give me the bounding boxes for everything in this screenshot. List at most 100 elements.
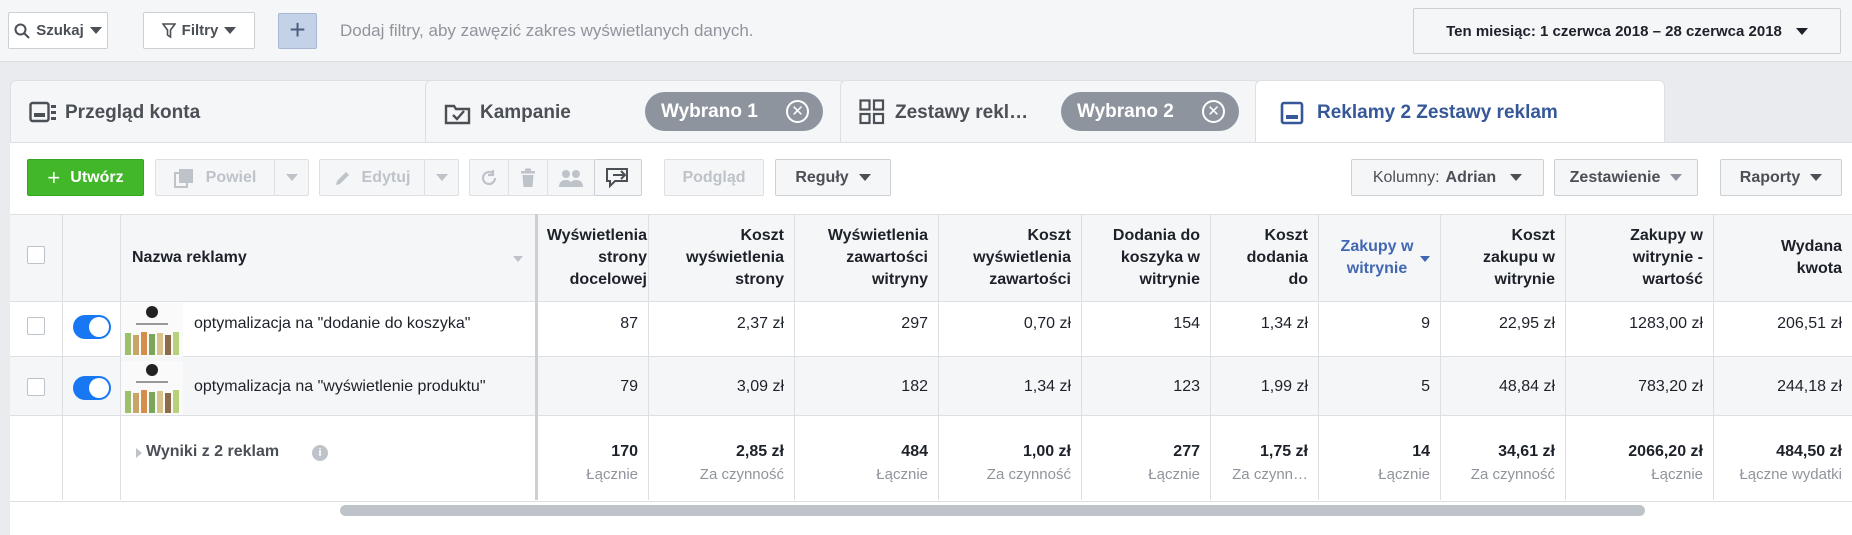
duplicate-icon: [173, 168, 193, 188]
total-sublabel: Łącznie: [876, 466, 928, 483]
cell-value: 297: [901, 315, 928, 332]
info-icon[interactable]: i: [312, 445, 328, 461]
selected-ad-sets-pill[interactable]: Wybrano 2 ✕: [1061, 92, 1239, 131]
column-header-landing-page-views[interactable]: Wyświetlenia strony docelowej: [535, 214, 657, 302]
total-value: 1,00 zł: [1022, 443, 1071, 460]
column-header-amount-spent[interactable]: Wydana kwota: [1713, 214, 1852, 302]
total-sublabel: Łącznie: [1651, 466, 1703, 483]
cell-value: 79: [620, 378, 638, 395]
cell-value: 783,20 zł: [1638, 378, 1703, 395]
people-icon: [559, 169, 583, 187]
tab-campaigns[interactable]: Kampanie Wybrano 1 ✕: [425, 80, 845, 142]
sort-icon[interactable]: [513, 256, 523, 262]
cell-value: 1,34 zł: [1023, 378, 1071, 395]
trash-icon: [521, 168, 535, 187]
selected-campaigns-pill[interactable]: Wybrano 1 ✕: [645, 92, 823, 131]
ad-icon: [1280, 101, 1304, 125]
expand-arrow-icon[interactable]: [136, 448, 142, 458]
ab-test-button[interactable]: [547, 159, 595, 196]
create-button[interactable]: + Utwórz: [27, 159, 144, 196]
ad-status-toggle[interactable]: [73, 315, 111, 339]
column-header-ad-name[interactable]: Nazwa reklamy: [130, 214, 540, 302]
edit-dropdown[interactable]: [424, 159, 459, 196]
cell-value: 206,51 zł: [1777, 315, 1842, 332]
column-header-cost-per-content-view[interactable]: Koszt wyświetlenia zawartości: [938, 214, 1081, 302]
total-sublabel: Łącznie: [1378, 466, 1430, 483]
date-range-picker[interactable]: Ten miesiąc: 1 czerwca 2018 – 28 czerwca…: [1413, 8, 1841, 54]
edit-button[interactable]: Edytuj: [319, 159, 425, 196]
ad-thumbnail[interactable]: [121, 303, 183, 357]
chevron-down-icon: [224, 27, 237, 34]
total-sublabel: Za czynność: [699, 466, 784, 483]
chevron-down-icon: [1510, 174, 1523, 181]
search-button[interactable]: Szukaj: [8, 12, 108, 49]
select-all-checkbox[interactable]: [27, 246, 45, 264]
tab-ad-sets[interactable]: Zestawy rekl… Wybrano 2 ✕: [840, 80, 1260, 142]
cell-value: 154: [1173, 315, 1200, 332]
total-sublabel: Łączne wydatki: [1739, 466, 1842, 483]
rules-button[interactable]: Reguły: [775, 159, 891, 196]
duplicate-button[interactable]: Powiel: [155, 159, 275, 196]
chevron-down-icon: [285, 174, 298, 181]
column-header-adds-to-cart[interactable]: Dodania do koszyka w witrynie: [1081, 214, 1210, 302]
preview-button[interactable]: Podgląd: [664, 159, 764, 196]
add-filter-button[interactable]: +: [278, 13, 317, 49]
total-value: 1,75 zł: [1259, 443, 1308, 460]
folder-check-icon: [444, 104, 471, 125]
total-value: 277: [1173, 443, 1200, 460]
pencil-icon: [335, 171, 349, 185]
compare-button[interactable]: [594, 159, 642, 196]
total-value: 34,61 zł: [1498, 443, 1555, 460]
tab-account-overview[interactable]: Przegląd konta: [10, 80, 440, 142]
funnel-icon: [161, 22, 176, 38]
total-sublabel: Za czynność: [986, 466, 1071, 483]
chevron-down-icon: [1795, 27, 1808, 35]
ad-status-toggle[interactable]: [73, 376, 111, 400]
cell-value: 2,37 zł: [736, 315, 784, 332]
cell-value: 3,09 zł: [736, 378, 784, 395]
close-icon[interactable]: ✕: [1202, 100, 1225, 123]
tab-ads[interactable]: Reklamy 2 Zestawy reklam: [1255, 80, 1665, 142]
filters-button[interactable]: Filtry: [143, 12, 255, 49]
column-header-cost-per-add-to-cart[interactable]: Koszt dodania do: [1210, 214, 1318, 302]
cell-value: 244,18 zł: [1777, 378, 1842, 395]
ad-name-link[interactable]: optymalizacja na "dodanie do koszyka": [194, 315, 480, 333]
row-checkbox[interactable]: [27, 378, 45, 396]
duplicate-dropdown[interactable]: [274, 159, 309, 196]
compare-icon: [606, 167, 628, 188]
reports-button[interactable]: Raporty: [1720, 159, 1842, 196]
cell-value: 123: [1173, 378, 1200, 395]
filter-bar: Szukaj Filtry + Dodaj filtry, aby zawęzi…: [0, 0, 1852, 62]
total-value: 170: [611, 443, 638, 460]
chevron-down-icon: [435, 174, 448, 181]
total-sublabel: Za czynn…: [1232, 466, 1308, 483]
columns-button[interactable]: Kolumny: Adrian: [1351, 159, 1544, 196]
ad-name-link[interactable]: optymalizacja na "wyświetlenie produktu": [194, 378, 496, 396]
column-header-content-views[interactable]: Wyświetlenia zawartości witryny: [794, 214, 938, 302]
cell-value: 1,99 zł: [1260, 378, 1308, 395]
chevron-down-icon: [1670, 174, 1683, 181]
close-icon[interactable]: ✕: [786, 100, 809, 123]
refresh-button[interactable]: [469, 159, 509, 196]
delete-button[interactable]: [508, 159, 548, 196]
column-header-purchase-value[interactable]: Zakupy w witrynie - wartość: [1565, 214, 1713, 302]
cell-value: 22,95 zł: [1498, 315, 1555, 332]
grid-icon: [859, 99, 885, 125]
cell-value: 48,84 zł: [1498, 378, 1555, 395]
total-sublabel: Łącznie: [586, 466, 638, 483]
total-sublabel: Łącznie: [1148, 466, 1200, 483]
plus-icon: +: [47, 164, 61, 190]
breakdown-button[interactable]: Zestawienie: [1554, 159, 1698, 196]
row-checkbox[interactable]: [27, 317, 45, 335]
account-overview-icon: [29, 101, 56, 123]
horizontal-scrollbar[interactable]: [340, 505, 1645, 516]
cell-value: 87: [620, 315, 638, 332]
search-icon: [14, 23, 30, 39]
total-value: 484: [901, 443, 928, 460]
total-value: 484,50 zł: [1776, 443, 1842, 460]
column-header-cost-per-purchase[interactable]: Koszt zakupu w witrynie: [1440, 214, 1565, 302]
column-header-cost-per-landing-page-view[interactable]: Koszt wyświetlenia strony: [648, 214, 794, 302]
sort-descending-icon[interactable]: [1420, 256, 1430, 262]
filter-hint-text[interactable]: Dodaj filtry, aby zawęzić zakres wyświet…: [340, 21, 754, 41]
ad-thumbnail[interactable]: [121, 361, 183, 415]
